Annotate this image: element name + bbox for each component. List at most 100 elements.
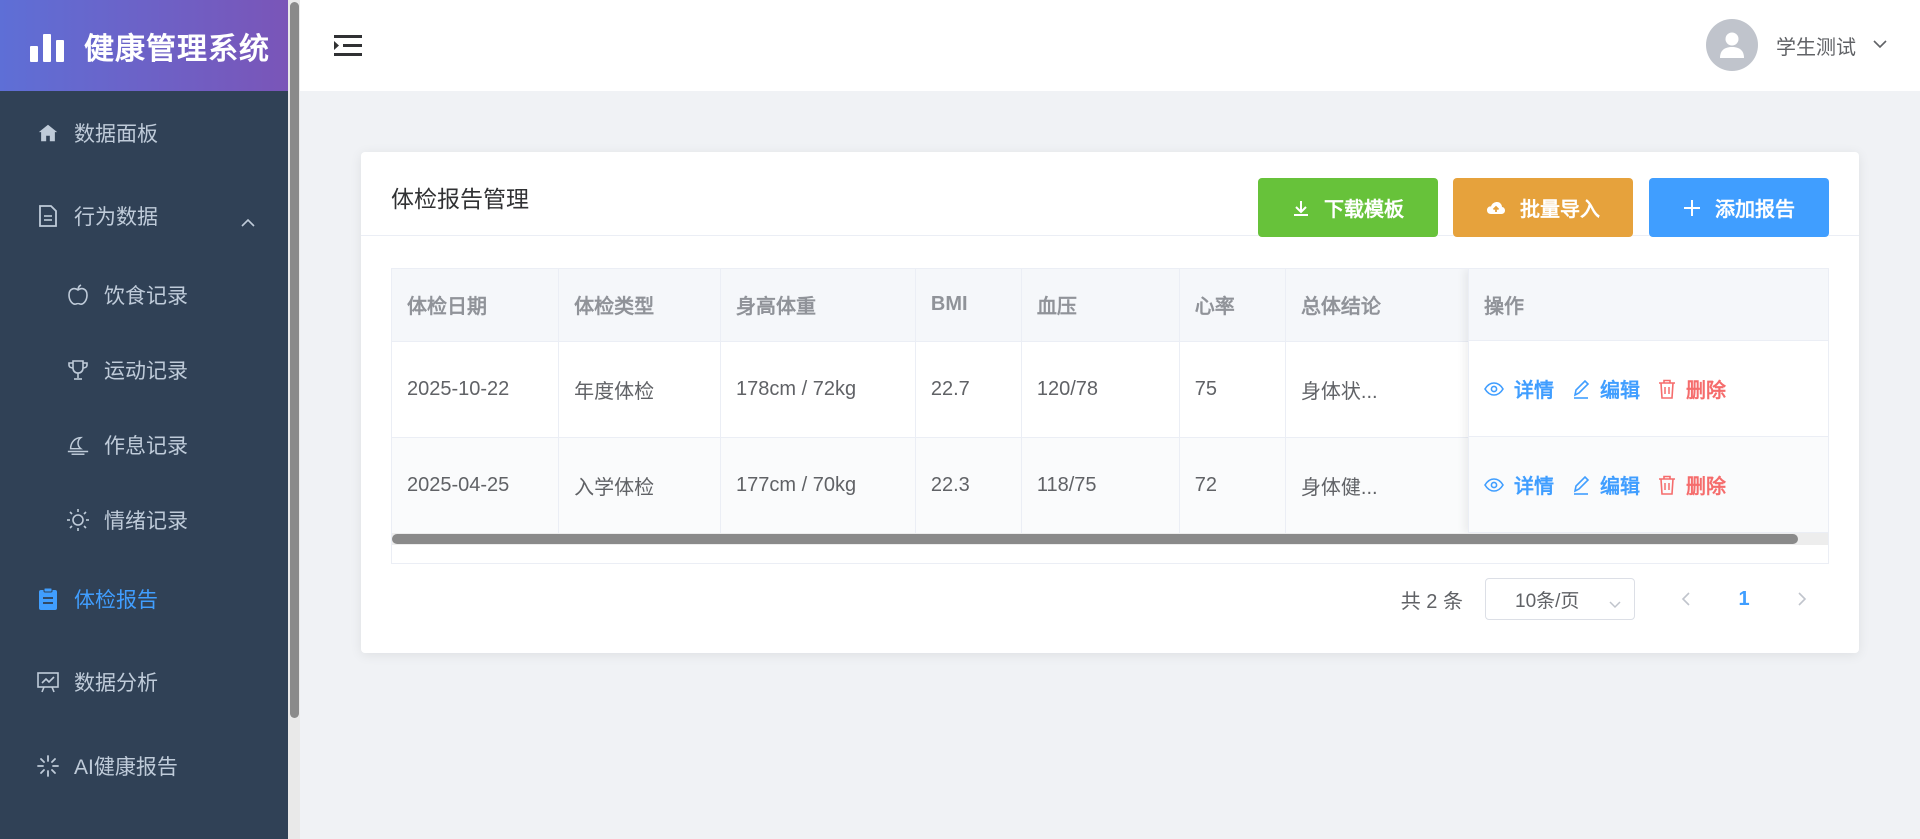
eye-icon	[1484, 381, 1504, 396]
bar-chart-icon	[30, 30, 66, 62]
prev-page-button[interactable]	[1665, 578, 1707, 620]
cell-heart-rate: 72	[1179, 437, 1286, 534]
logo: 健康管理系统	[0, 0, 288, 91]
sidebar: 健康管理系统 数据面板 行为数据 饮食记录 运动记录 作息记录 情绪记录 体检报…	[0, 0, 288, 839]
column-header: 血压	[1021, 269, 1180, 342]
sidebar-item-label: AI健康报告	[74, 756, 178, 779]
column-header: 心率	[1179, 269, 1286, 342]
exam-report-card: 体检报告管理 下载模板 批量导入 添加报告 体检日期 体检类型 身高体重 BMI…	[361, 152, 1859, 653]
edit-icon	[1572, 475, 1590, 495]
page-number[interactable]: 1	[1723, 578, 1765, 620]
table-scrollbar-thumb[interactable]	[392, 534, 1798, 544]
column-header-actions: 操作	[1469, 269, 1828, 341]
column-header: 体检类型	[558, 269, 722, 342]
side-menu: 数据面板 行为数据 饮食记录 运动记录 作息记录 情绪记录 体检报告 数据分析 …	[0, 91, 288, 808]
batch-import-button[interactable]: 批量导入	[1453, 178, 1633, 237]
sidebar-item-label: 数据分析	[74, 672, 158, 695]
chevron-left-icon	[1681, 592, 1690, 606]
table-horizontal-scrollbar[interactable]	[392, 533, 1828, 545]
page-title: 体检报告管理	[391, 186, 529, 212]
sidebar-item-label: 作息记录	[104, 434, 188, 458]
chart-board-icon	[36, 670, 60, 694]
chevron-right-icon	[1798, 592, 1807, 606]
next-page-button[interactable]	[1781, 578, 1823, 620]
cell-type: 入学体检	[558, 437, 722, 534]
download-template-label: 下载模板	[1324, 199, 1404, 221]
sidebar-item-mood[interactable]: 情绪记录	[0, 482, 288, 557]
sidebar-scrollbar[interactable]	[288, 0, 300, 839]
sidebar-scrollbar-thumb[interactable]	[290, 2, 299, 718]
chevron-down-icon	[1872, 36, 1888, 54]
sidebar-item-label: 饮食记录	[104, 284, 188, 308]
actions-row: 详情 编辑 删除	[1469, 341, 1828, 437]
user-name[interactable]: 学生测试	[1776, 31, 1856, 60]
cell-height-weight: 178cm / 72kg	[720, 341, 916, 438]
add-report-label: 添加报告	[1715, 199, 1795, 221]
avatar[interactable]	[1706, 19, 1758, 71]
plus-icon	[1683, 199, 1701, 217]
edit-label: 编辑	[1600, 380, 1640, 402]
top-header: 学生测试	[300, 0, 1920, 91]
app-title: 健康管理系统	[84, 32, 270, 66]
add-report-button[interactable]: 添加报告	[1649, 178, 1829, 237]
page-size-select[interactable]: 10条/页	[1485, 578, 1635, 620]
sidebar-item-behavior[interactable]: 行为数据	[0, 174, 288, 257]
cell-height-weight: 177cm / 70kg	[720, 437, 916, 534]
sidebar-item-ai-report[interactable]: AI健康报告	[0, 724, 288, 808]
sidebar-item-exam-report[interactable]: 体检报告	[0, 557, 288, 640]
cell-date: 2025-10-22	[392, 341, 560, 438]
sidebar-item-analysis[interactable]: 数据分析	[0, 640, 288, 724]
cell-heart-rate: 75	[1179, 341, 1286, 438]
edit-label: 编辑	[1600, 476, 1640, 498]
clipboard-icon	[36, 587, 60, 611]
detail-label: 详情	[1514, 476, 1554, 498]
sidebar-item-sleep[interactable]: 作息记录	[0, 407, 288, 482]
delete-button[interactable]: 删除	[1658, 470, 1726, 499]
batch-import-label: 批量导入	[1520, 199, 1600, 221]
sun-icon	[66, 508, 90, 532]
cell-bmi: 22.3	[915, 437, 1022, 534]
sidebar-item-dashboard[interactable]: 数据面板	[0, 91, 288, 174]
page-size-value: 10条/页	[1515, 590, 1580, 612]
apple-icon	[66, 283, 90, 307]
column-header: 身高体重	[720, 269, 916, 342]
card-header: 体检报告管理 下载模板 批量导入 添加报告	[361, 152, 1859, 237]
cell-blood-pressure: 120/78	[1021, 341, 1180, 438]
pagination: 共 2 条 10条/页 1	[1401, 578, 1823, 620]
document-icon	[36, 204, 60, 228]
sidebar-item-diet[interactable]: 饮食记录	[0, 257, 288, 332]
download-icon	[1292, 199, 1310, 217]
trash-icon	[1658, 475, 1676, 495]
eye-icon	[1484, 477, 1504, 492]
actions-column: 操作 详情 编辑 删除 详情 编辑 删除	[1468, 269, 1828, 533]
menu-toggle-icon[interactable]	[334, 34, 362, 63]
column-header: 体检日期	[392, 269, 560, 342]
sidebar-item-label: 情绪记录	[104, 509, 188, 533]
user-dropdown[interactable]: 学生测试	[1706, 19, 1888, 71]
delete-label: 删除	[1686, 476, 1726, 498]
download-template-button[interactable]: 下载模板	[1258, 178, 1438, 237]
moon-icon	[66, 433, 90, 457]
chevron-down-icon	[1608, 594, 1622, 616]
home-icon	[36, 121, 60, 145]
detail-label: 详情	[1514, 380, 1554, 402]
edit-button[interactable]: 编辑	[1572, 470, 1640, 499]
actions-row: 详情 编辑 删除	[1469, 437, 1828, 533]
edit-button[interactable]: 编辑	[1572, 374, 1640, 403]
delete-button[interactable]: 删除	[1658, 374, 1726, 403]
loading-icon	[36, 754, 60, 778]
sidebar-item-label: 运动记录	[104, 359, 188, 383]
edit-icon	[1572, 379, 1590, 399]
cloud-upload-icon	[1486, 200, 1506, 216]
chevron-up-icon	[240, 210, 256, 234]
cell-blood-pressure: 118/75	[1021, 437, 1180, 534]
sidebar-item-label: 体检报告	[74, 588, 158, 612]
user-icon	[1720, 32, 1744, 58]
total-count: 共 2 条	[1400, 590, 1463, 613]
cell-type: 年度体检	[558, 341, 722, 438]
detail-button[interactable]: 详情	[1484, 374, 1554, 403]
sidebar-item-exercise[interactable]: 运动记录	[0, 332, 288, 407]
trophy-icon	[66, 358, 90, 382]
detail-button[interactable]: 详情	[1484, 470, 1554, 499]
cell-date: 2025-04-25	[392, 437, 560, 534]
